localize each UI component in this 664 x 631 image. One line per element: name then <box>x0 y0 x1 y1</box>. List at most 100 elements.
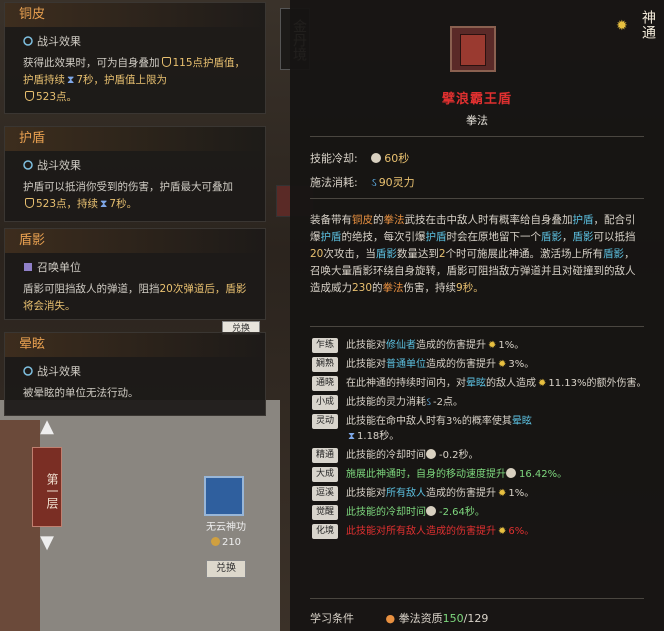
requirement-have: 150 <box>442 612 464 625</box>
tooltip-text: 获得此效果时，可为自身叠加 <box>23 57 160 69</box>
modifier-value: -2点。 <box>432 397 463 408</box>
level-down-arrow[interactable]: ▼ <box>37 534 57 552</box>
modifier-tag: 觉醒 <box>312 505 338 520</box>
modifier-text: 造成的伤害提升 <box>426 488 496 499</box>
star-icon: ✹ <box>498 359 507 370</box>
desc-keyword: 盾影 <box>541 231 562 243</box>
modifier-value: 1%。 <box>498 340 525 351</box>
desc-text: 的绝技，每次引爆 <box>341 231 426 243</box>
modifier-keyword: 晕眩 <box>511 416 532 427</box>
learn-requirement: 学习条件 ● 拳法资质150/129 <box>310 610 488 626</box>
book-spine <box>460 34 486 66</box>
modifier-keyword: 晕眩 <box>466 378 486 389</box>
modifier-tag: 灵动 <box>312 414 338 429</box>
desc-keyword: 盾影 <box>572 231 594 243</box>
desc-value: 9秒。 <box>456 282 484 294</box>
item-price-row: 210 <box>196 537 256 548</box>
modifier-tag: 精通 <box>312 448 338 463</box>
tooltip-text: 523点，持续 <box>36 198 99 210</box>
modifier-text: 此技能在命中敌人时有 <box>346 416 446 427</box>
divider <box>310 198 644 199</box>
cooldown-icon <box>426 506 436 516</box>
modifier-tag: 大成 <box>312 467 338 482</box>
modifier-tag: 通晓 <box>312 376 338 391</box>
modifier-text: 此技能的冷却时间 <box>346 450 426 461</box>
modifier-row: 化境 此技能对所有敌人造成的伤害提升 ✹ 6%。 <box>312 524 652 539</box>
hourglass-icon: ⧗ <box>67 74 75 86</box>
skill-detail-panel: ✹ 神通 擘浪霸王盾 拳法 技能冷却: 60秒 施法消耗: ઽ 90灵力 装备带有… <box>290 0 664 631</box>
desc-value: 20 <box>310 248 324 260</box>
modifier-text: 造成的伤害提升 <box>416 340 486 351</box>
tooltip-text: 7秒。 <box>109 198 138 210</box>
modifier-value: 11.13%的额外伤害。 <box>548 378 647 389</box>
modifier-keyword: 普通单位 <box>386 359 426 370</box>
desc-text: 可以抵挡 <box>593 231 636 243</box>
requirement-label: 学习条件 <box>310 612 354 625</box>
tooltip-dunying: 盾影 召唤单位 盾影可阻挡敌人的弹道，阻挡20次弹道后，盾影将会消失。 <box>4 228 266 320</box>
coin-icon <box>210 537 220 546</box>
cost-value: 90灵力 <box>378 176 415 189</box>
modifier-value: -0.2秒。 <box>439 450 479 461</box>
skill-description: 装备带有铜皮的拳法武技在击中敌人时有概率给自身叠加护盾，配合引爆护盾的绝技，每次… <box>310 212 644 297</box>
star-icon: ✹ <box>498 526 507 537</box>
modifier-keyword: 所有敌人 <box>386 488 426 499</box>
spirit-icon: ઽ <box>371 176 377 189</box>
level-up-arrow[interactable]: ▲ <box>37 418 57 436</box>
modifier-row: 觉醒 此技能的冷却时间 -2.64秒。 <box>312 505 652 520</box>
desc-text: 的 <box>372 282 383 294</box>
desc-value: 230 <box>352 282 373 294</box>
modifier-text: 此技能的冷却时间 <box>346 507 426 518</box>
cooldown-icon <box>371 153 382 163</box>
desc-keyword: 护盾 <box>320 231 342 243</box>
tooltip-subtitle: 战斗效果 <box>37 35 81 48</box>
tooltip-yunxuan: 晕眩 战斗效果 被晕眩的单位无法行动。 <box>4 332 266 416</box>
hourglass-icon: ⧗ <box>348 431 356 442</box>
modifier-tag: 化境 <box>312 524 338 539</box>
battle-effect-icon <box>23 36 33 46</box>
fist-icon: ● <box>385 612 396 625</box>
star-icon: ✹ <box>498 488 507 499</box>
modifier-row: 小成 此技能的灵力消耗ઽ -2点。 <box>312 395 652 410</box>
summon-unit-icon <box>23 262 33 272</box>
cooldown-label: 技能冷却: <box>310 152 358 165</box>
tooltip-text: 护盾可以抵消你受到的伤害，护盾最大可叠加 <box>23 181 233 193</box>
tooltip-body: 护盾可以抵消你受到的伤害，护盾最大可叠加 523点，持续 ⧗ 7秒。 <box>5 173 265 221</box>
modifier-row: 通晓 在此神通的持续时间内，对晕眩的敌人造成 ✹ 11.13%的额外伤害。 <box>312 376 652 391</box>
modifier-row: 大成 施展此神通时，自身的移动速度提升 16.42%。 <box>312 467 652 482</box>
desc-keyword: 铜皮 <box>352 214 373 226</box>
modifier-value: 1.18秒。 <box>357 431 400 442</box>
modifier-tag: 乍练 <box>312 338 338 353</box>
star-icon: ✹ <box>488 340 497 351</box>
desc-text: 伤害，持续 <box>403 282 457 294</box>
tooltip-subtitle-row: 召唤单位 <box>5 253 265 275</box>
battle-effect-icon <box>23 366 33 376</box>
battle-effect-icon <box>23 160 33 170</box>
modifier-row: 灵动 此技能在命中敌人时有3%的概率使其晕眩 ⧗ 1.18秒。 <box>312 414 652 444</box>
exchange-button[interactable]: 兑换 <box>206 560 246 578</box>
tooltip-body: 被晕眩的单位无法行动。 <box>5 379 265 410</box>
spirit-icon: ઽ <box>426 397 431 408</box>
hourglass-icon: ⧗ <box>100 198 108 210</box>
divider <box>310 326 644 327</box>
tooltip-text: 7秒，护盾值上限为 <box>76 74 168 86</box>
desc-text: 数量达到 <box>396 248 439 260</box>
tooltip-subtitle-row: 战斗效果 <box>5 27 265 49</box>
book-item-icon[interactable] <box>204 476 244 516</box>
modifier-row: 乍练 此技能对修仙者造成的伤害提升 ✹ 1%。 <box>312 338 652 353</box>
requirement-stat: 拳法资质 <box>398 612 443 625</box>
modifier-value: 3%。 <box>508 359 535 370</box>
tooltip-text: 523点。 <box>36 91 78 103</box>
divider <box>310 136 644 137</box>
modifier-value: 3%的概率使其 <box>446 416 512 427</box>
cost-row: 施法消耗: ઽ 90灵力 <box>310 174 415 190</box>
tooltip-text: 盾影可阻挡敌人的弹道，阻挡 <box>23 283 160 295</box>
desc-keyword: 盾影 <box>375 248 397 260</box>
divider <box>310 598 644 599</box>
modifier-value: -2.64秒。 <box>439 507 485 518</box>
item-price: 210 <box>221 537 242 548</box>
tooltip-title: 铜皮 <box>5 3 265 27</box>
tooltip-subtitle-row: 战斗效果 <box>5 151 265 173</box>
tooltip-tongpi: 铜皮 战斗效果 获得此效果时，可为自身叠加 115点护盾值，护盾持续 ⧗ 7秒，护盾值… <box>4 2 266 114</box>
sun-icon: ✹ <box>616 18 629 34</box>
modifier-row: 娴熟 此技能对普通单位造成的伤害提升 ✹ 3%。 <box>312 357 652 372</box>
